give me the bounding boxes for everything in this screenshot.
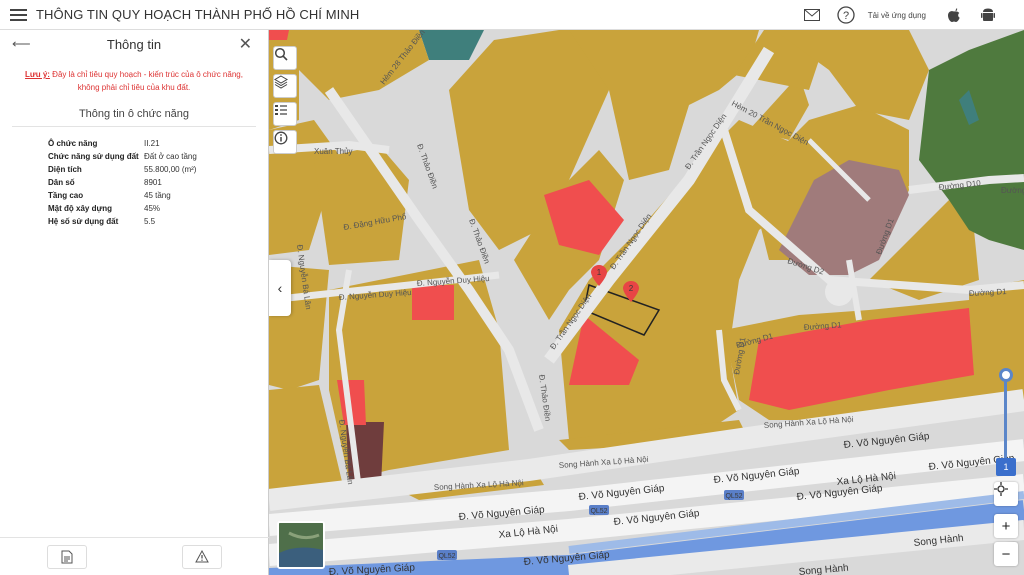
- info-key: Tầng cao: [48, 191, 84, 200]
- planning-map[interactable]: 1 2 Hẻm 28 Thảo Điền Xuân Thủy Đ. Thảo Đ…: [269, 30, 1024, 575]
- close-icon[interactable]: ✕: [239, 34, 252, 54]
- note-text: Đây là chỉ tiêu quy hoạch - kiến trúc củ…: [49, 70, 243, 92]
- svg-text:?: ?: [843, 10, 849, 22]
- warning-icon[interactable]: [181, 544, 222, 569]
- info-icon[interactable]: [273, 130, 297, 154]
- highway-shield: QL52: [438, 553, 455, 560]
- info-value: 55.800,00 (m²): [144, 165, 197, 174]
- document-icon[interactable]: [47, 544, 88, 569]
- marker-2-label: 2: [629, 284, 634, 293]
- panel-title: Thông tin: [106, 36, 162, 52]
- info-panel: ⟵ Thông tin ✕ Lưu ý: Đây là chỉ tiêu quy…: [0, 30, 269, 575]
- legend-icon[interactable]: [273, 102, 297, 126]
- info-row: Dân số 8901: [48, 176, 268, 189]
- info-row: Tầng cao 45 tầng: [48, 189, 268, 202]
- info-value: Đất ở cao tầng: [144, 152, 197, 161]
- android-icon[interactable]: [976, 3, 1000, 27]
- zoom-in-button[interactable]: +: [994, 514, 1018, 538]
- panel-footer: [0, 537, 269, 575]
- note-prefix: Lưu ý:: [25, 70, 50, 79]
- hamburger-icon[interactable]: [0, 0, 36, 30]
- info-row: Chức năng sử dụng đất Đất ở cao tầng: [48, 150, 268, 163]
- highway-shield: QL52: [590, 508, 607, 515]
- info-value: II.21: [144, 139, 160, 148]
- download-app-label[interactable]: Tải về ứng dụng: [868, 11, 926, 20]
- info-row: Diện tích 55.800,00 (m²): [48, 163, 268, 176]
- app-title: THÔNG TIN QUY HOẠCH THÀNH PHỐ HỒ CHÍ MIN…: [36, 7, 360, 22]
- planning-note: Lưu ý: Đây là chỉ tiêu quy hoạch - kiến …: [0, 58, 268, 94]
- satellite-thumbnail[interactable]: [277, 521, 325, 569]
- street-label: Xuân Thủy: [314, 147, 353, 156]
- panel-header: ⟵ Thông tin ✕: [0, 30, 268, 58]
- layers-icon[interactable]: [273, 74, 297, 98]
- zoom-out-button[interactable]: −: [994, 542, 1018, 566]
- zoom-slider-handle[interactable]: [999, 368, 1013, 382]
- info-key: Diện tích: [48, 165, 82, 174]
- zoom-slider-track[interactable]: [1004, 376, 1007, 466]
- locate-icon[interactable]: [994, 482, 1018, 506]
- section-title: Thông tin ô chức năng: [12, 108, 256, 127]
- info-table: Ô chức năng II.21 Chức năng sử dụng đất Đấ…: [48, 137, 268, 228]
- info-key: Chức năng sử dụng đất: [48, 152, 139, 161]
- mail-icon[interactable]: [800, 3, 824, 27]
- top-right-actions: ? Tải về ứng dụng: [800, 0, 1000, 30]
- collapse-panel-chevron-icon[interactable]: ‹: [269, 260, 291, 316]
- info-key: Ô chức năng: [48, 139, 98, 148]
- map-canvas: 1 2 Hẻm 28 Thảo Điền Xuân Thủy Đ. Thảo Đ…: [269, 30, 1024, 575]
- search-icon[interactable]: [273, 46, 297, 70]
- info-row: Ô chức năng II.21: [48, 137, 268, 150]
- zoom-level-badge: 1: [996, 458, 1016, 476]
- info-key: Hệ số sử dụng đất: [48, 217, 119, 226]
- info-value: 8901: [144, 178, 162, 187]
- help-icon[interactable]: ?: [834, 3, 858, 27]
- highway-shield: QL52: [725, 493, 742, 500]
- apple-icon[interactable]: [942, 3, 966, 27]
- top-bar: THÔNG TIN QUY HOẠCH THÀNH PHỐ HỒ CHÍ MIN…: [0, 0, 1024, 30]
- marker-1-label: 1: [597, 268, 602, 277]
- info-value: 5.5: [144, 217, 156, 226]
- back-arrow-icon[interactable]: ⟵: [12, 36, 31, 52]
- info-row: Hệ số sử dụng đất 5.5: [48, 215, 268, 228]
- info-key: Mật độ xây dựng: [48, 204, 113, 213]
- info-value: 45%: [144, 204, 161, 213]
- info-key: Dân số: [48, 178, 75, 187]
- street-label: Đường: [1001, 186, 1024, 195]
- info-row: Mật độ xây dựng 45%: [48, 202, 268, 215]
- info-value: 45 tầng: [144, 191, 171, 200]
